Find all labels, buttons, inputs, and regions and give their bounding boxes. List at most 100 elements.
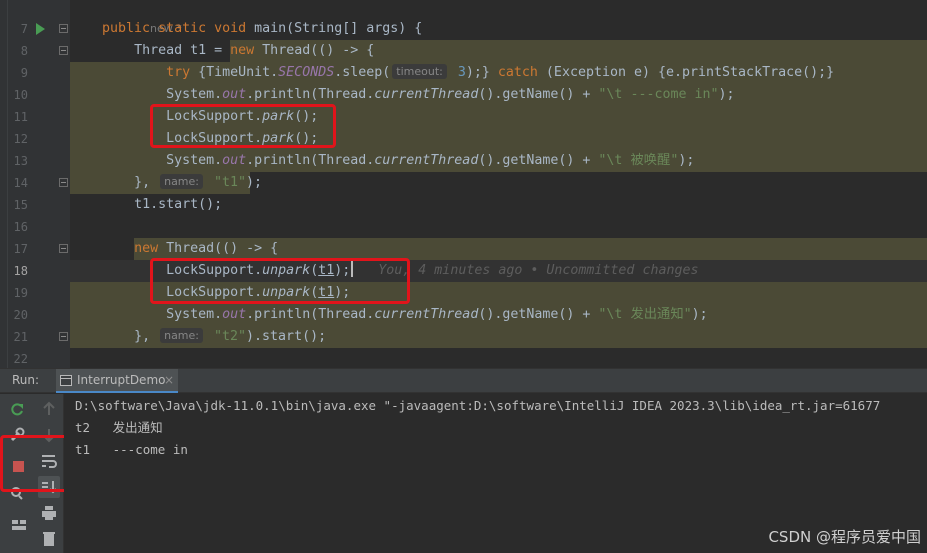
string-literal: "\t 发出通知" xyxy=(598,307,692,322)
code-text: .sleep( xyxy=(334,65,391,80)
code-text: ); xyxy=(246,175,263,190)
gutter-line-14: 14 xyxy=(8,172,70,194)
line-number: 15 xyxy=(13,198,28,212)
static-method: currentThread xyxy=(374,153,479,168)
run-header: Run: InterruptDemo × xyxy=(0,369,927,393)
code-text: .println(Thread. xyxy=(246,307,375,322)
rerun-icon xyxy=(11,403,23,416)
code-text: );} xyxy=(465,65,498,80)
previous-occurrence-button[interactable] xyxy=(38,398,60,420)
code-text: .println(Thread. xyxy=(246,87,375,102)
code-text: main(String[] args) { xyxy=(254,21,423,36)
gutter-line-16: 16 xyxy=(8,216,70,238)
code-text: Thread t1 = xyxy=(134,43,231,58)
code-text: {TimeUnit. xyxy=(190,65,279,80)
code-text: ); xyxy=(718,87,735,102)
line-number: 10 xyxy=(13,88,28,102)
static-field: out xyxy=(222,307,247,322)
keyword: try xyxy=(166,65,191,80)
keyword: public static void xyxy=(102,21,255,36)
code-line-17: new Thread(() -> { xyxy=(70,238,927,260)
keyword: new xyxy=(134,241,159,256)
string-literal: "t2" xyxy=(206,329,247,344)
tab-interrupt-demo[interactable]: InterruptDemo × xyxy=(56,369,178,393)
code-text: System. xyxy=(166,87,223,102)
line-number: 12 xyxy=(13,132,28,146)
line-number: 19 xyxy=(13,286,28,300)
run-gutter-icon[interactable] xyxy=(36,23,45,35)
code-line-10: System.out.println(Thread.currentThread(… xyxy=(70,84,927,106)
keyword: new xyxy=(230,43,255,58)
gutter-line-19: 19 xyxy=(8,282,70,304)
static-field: SECONDS xyxy=(278,65,335,80)
code-area[interactable]: new * public static void main(String[] a… xyxy=(70,0,927,368)
code-line-15: t1.start(); xyxy=(70,194,927,216)
code-text: (Exception e) {e.printStackTrace();} xyxy=(537,65,835,80)
code-line-8: Thread t1 = new Thread(() -> { xyxy=(70,40,927,62)
fold-marker-icon[interactable] xyxy=(59,332,68,341)
annotation-box-unpark xyxy=(150,258,410,304)
code-line-9: try {TimeUnit.SECONDS.sleep(timeout: 3);… xyxy=(70,62,927,84)
line-number: 14 xyxy=(13,176,28,190)
delete-icon xyxy=(43,532,55,546)
string-literal: "\t ---come in" xyxy=(598,87,719,102)
line-number: 11 xyxy=(13,110,28,124)
run-label: Run: xyxy=(12,373,40,387)
static-field: out xyxy=(222,87,247,102)
code-text: ().getName() + xyxy=(478,153,599,168)
fold-marker-icon[interactable] xyxy=(59,24,68,33)
console-line: t2 发出通知 xyxy=(75,420,163,435)
gutter-line-22: 22 xyxy=(8,348,70,368)
console-line: t1 ---come in xyxy=(75,442,188,457)
clear-all-button[interactable] xyxy=(38,528,60,550)
gutter-line-7: 7 xyxy=(8,18,70,40)
close-icon[interactable]: × xyxy=(164,373,174,387)
author-hint: new * xyxy=(102,0,927,35)
tab-label: InterruptDemo xyxy=(77,373,166,387)
number-literal: 3 xyxy=(449,65,466,80)
keyword: catch xyxy=(497,65,538,80)
code-line-7: public static void main(String[] args) { xyxy=(70,18,927,40)
gutter-line-17: 17 xyxy=(8,238,70,260)
line-number: 17 xyxy=(13,242,28,256)
layout-button[interactable] xyxy=(8,514,30,536)
console-line: D:\software\Java\jdk-11.0.1\bin\java.exe… xyxy=(75,398,881,413)
code-text: System. xyxy=(166,307,223,322)
up-arrow-icon xyxy=(43,401,55,415)
gutter-line-11: 11 xyxy=(8,106,70,128)
gutter-line-18: 18 xyxy=(8,260,70,282)
line-number: 13 xyxy=(13,154,28,168)
print-button[interactable] xyxy=(38,502,60,524)
gutter-line-10: 10 xyxy=(8,84,70,106)
code-text: ).start(); xyxy=(246,329,327,344)
line-number: 7 xyxy=(20,22,28,36)
code-editor[interactable]: 7 8 9 10 11 12 13 14 15 16 17 18 19 20 2… xyxy=(0,0,927,368)
code-text: Thread(() -> { xyxy=(158,241,279,256)
gutter-line-21: 21 xyxy=(8,326,70,348)
code-text: System. xyxy=(166,153,223,168)
editor-gutter: 7 8 9 10 11 12 13 14 15 16 17 18 19 20 2… xyxy=(8,0,70,368)
fold-marker-icon[interactable] xyxy=(59,244,68,253)
watermark: CSDN @程序员爱中国 xyxy=(768,528,921,546)
fold-marker-icon[interactable] xyxy=(59,178,68,187)
line-number: 16 xyxy=(13,220,28,234)
rerun-button[interactable] xyxy=(6,398,28,420)
line-number: 22 xyxy=(13,352,28,366)
code-text: ); xyxy=(678,153,695,168)
gutter-line-13: 13 xyxy=(8,150,70,172)
fold-marker-icon[interactable] xyxy=(59,46,68,55)
string-literal: "\t 被唤醒" xyxy=(598,153,679,168)
code-text: .println(Thread. xyxy=(246,153,375,168)
